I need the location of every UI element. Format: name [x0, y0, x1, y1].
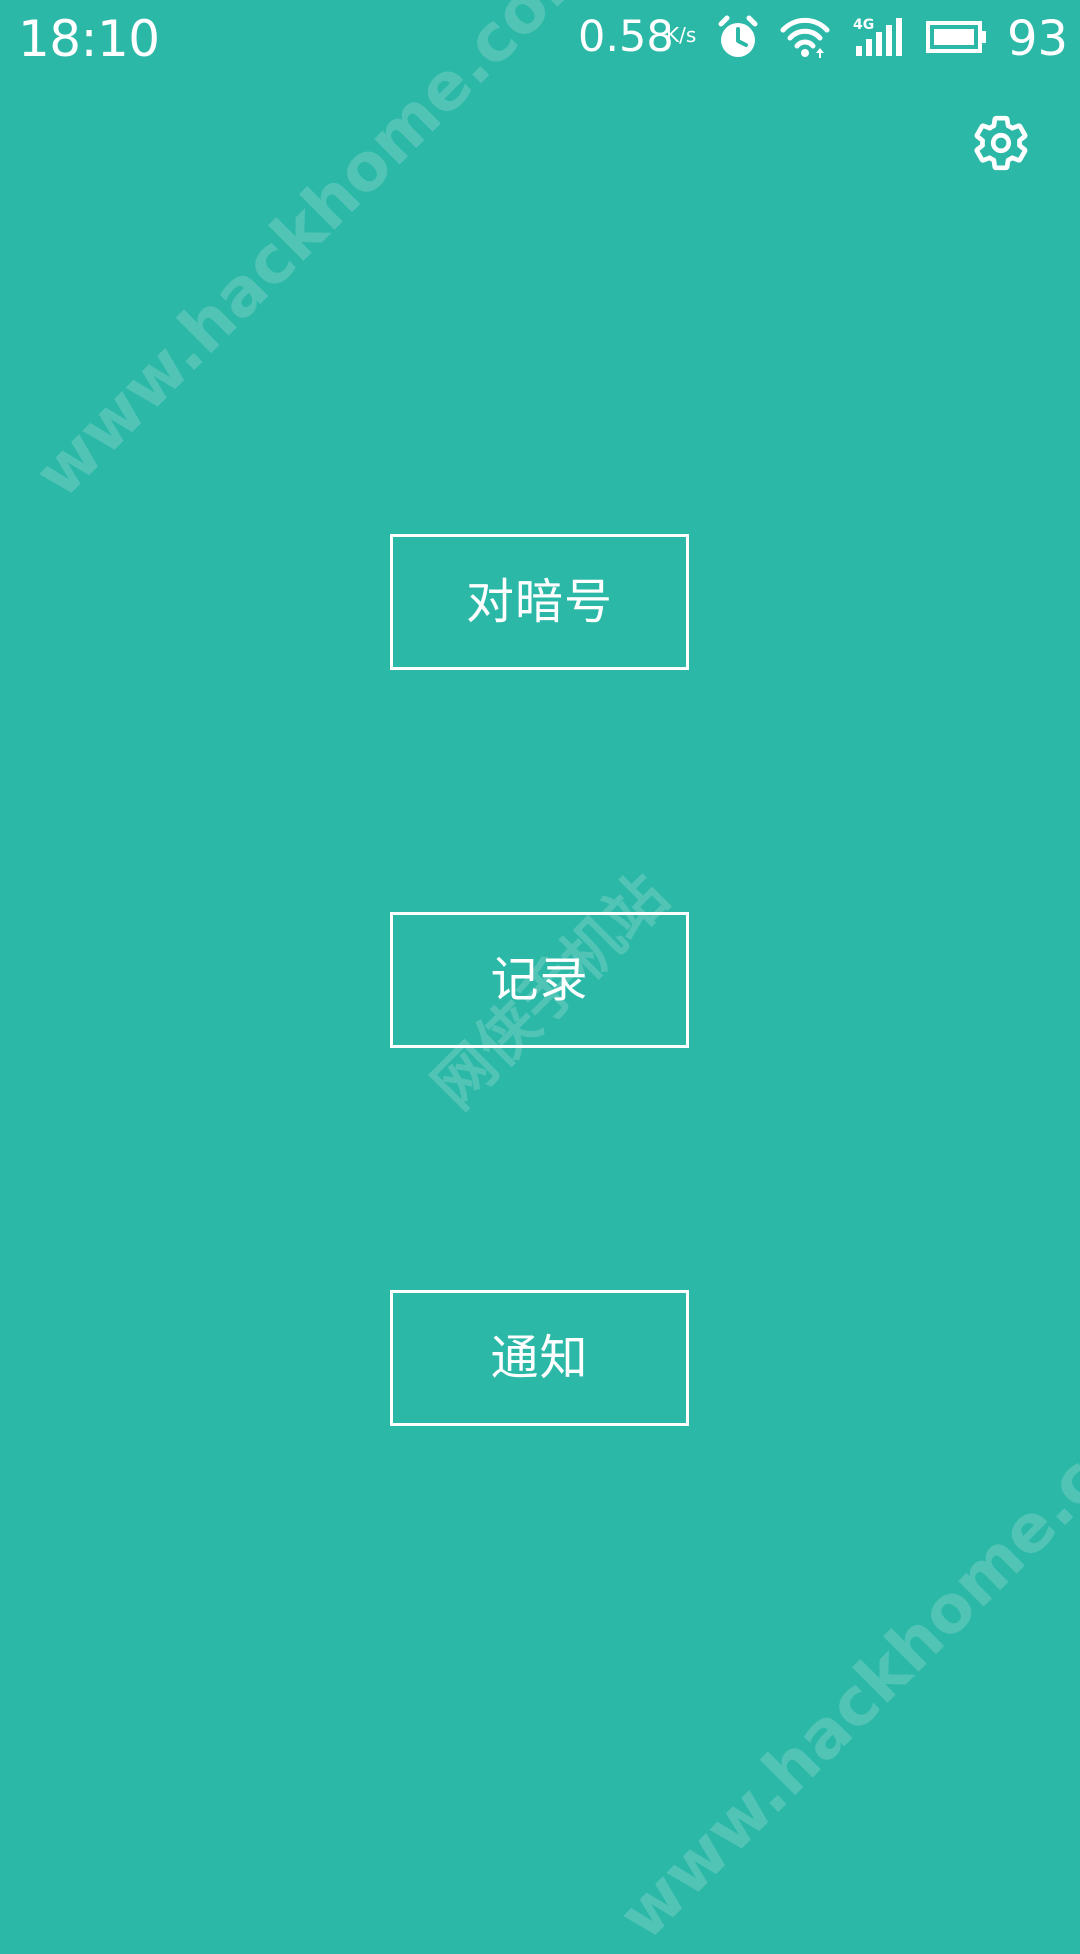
signal-4g-icon: 4G	[853, 17, 902, 56]
battery-icon	[926, 21, 986, 53]
duianhao-button[interactable]: 对暗号	[390, 534, 689, 670]
records-button[interactable]: 记录	[390, 912, 689, 1048]
gear-icon	[974, 115, 1028, 171]
notifications-button[interactable]: 通知	[390, 1290, 689, 1426]
wifi-icon	[780, 17, 830, 58]
battery-level: 93	[1007, 11, 1069, 67]
duianhao-button-label: 对暗号	[465, 574, 613, 630]
settings-button[interactable]	[968, 110, 1034, 176]
alarm-clock-icon	[718, 15, 758, 57]
svg-text:4G: 4G	[853, 17, 874, 33]
network-speed: 0.58	[578, 12, 674, 62]
app-screen: 18:10 0.58 K/s 4G 93 对暗号 记录 通知 www.hackh…	[0, 0, 1080, 1954]
watermark-text: www.hackhome.com	[604, 1360, 1080, 1954]
records-button-label: 记录	[490, 952, 589, 1008]
network-speed-unit: K/s	[666, 23, 697, 47]
status-time: 18:10	[18, 10, 160, 68]
notifications-button-label: 通知	[490, 1330, 589, 1386]
status-bar: 18:10 0.58 K/s 4G 93	[0, 0, 1080, 78]
